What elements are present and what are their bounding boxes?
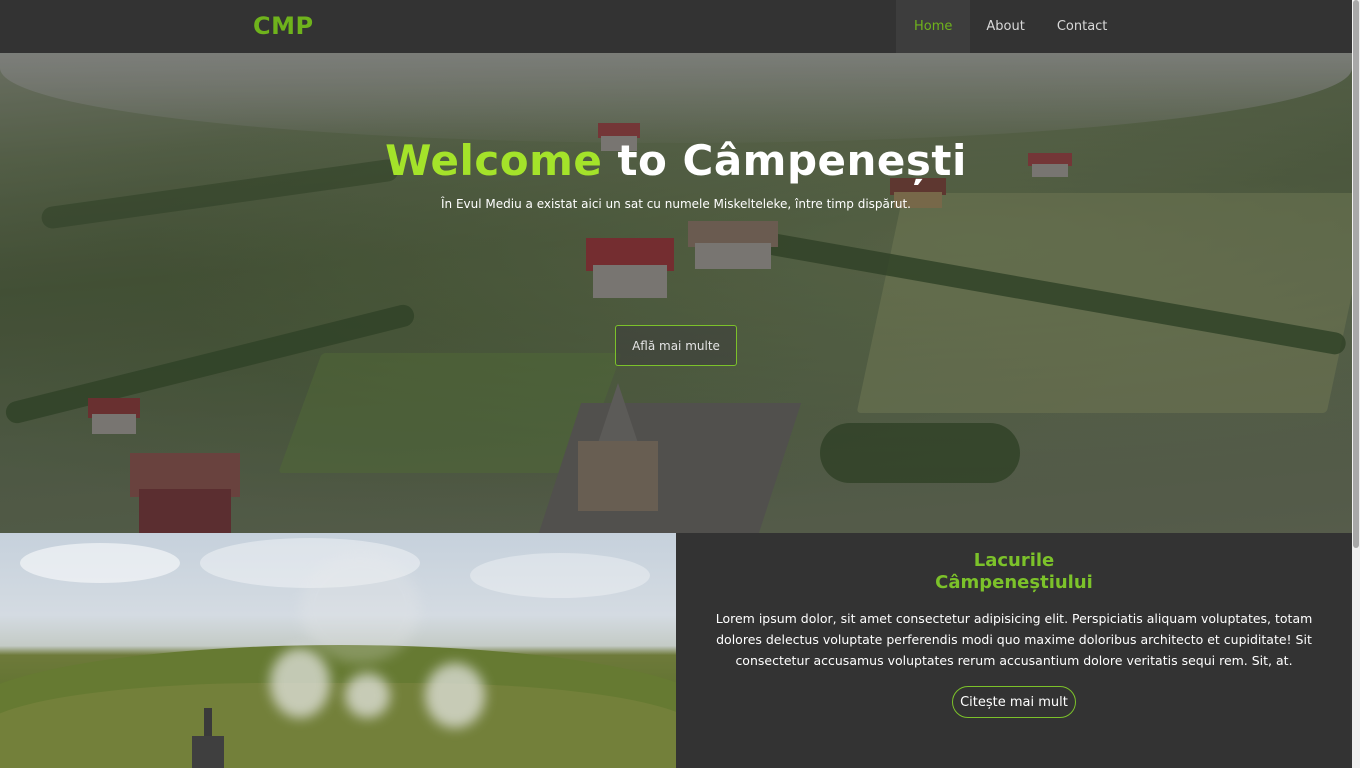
photo-smoke xyxy=(270,648,330,718)
hero-section: Welcome to Câmpenești În Evul Mediu a ex… xyxy=(0,53,1352,533)
learn-more-button[interactable]: Află mai multe xyxy=(615,325,737,366)
lakes-title-line2: Câmpeneștiului xyxy=(935,572,1093,593)
hero-title: Welcome to Câmpenești xyxy=(0,136,1352,185)
brand-logo[interactable]: CMP xyxy=(253,12,314,40)
photo-smoke xyxy=(300,553,420,663)
nav-link-about[interactable]: About xyxy=(970,0,1040,53)
lakes-title-line1: Lacurile xyxy=(973,550,1055,571)
photo-smoke xyxy=(425,663,485,728)
photo-church xyxy=(188,708,228,768)
photo-cloud xyxy=(470,553,650,598)
lakes-photo xyxy=(0,533,676,768)
photo-cloud xyxy=(20,543,180,583)
nav-links: Home About Contact xyxy=(896,0,1123,53)
nav-link-contact[interactable]: Contact xyxy=(1041,0,1124,53)
photo-smoke xyxy=(345,673,390,718)
hero-title-rest: to Câmpenești xyxy=(602,136,967,185)
photo-hill xyxy=(0,683,676,768)
nav-link-home[interactable]: Home xyxy=(896,0,971,53)
read-more-button[interactable]: Citește mai mult xyxy=(952,686,1076,718)
navbar: CMP Home About Contact xyxy=(0,0,1352,53)
scrollbar-thumb[interactable] xyxy=(1353,0,1359,548)
lakes-section: Lacurile Câmpeneștiului Lorem ipsum dolo… xyxy=(676,533,1352,768)
page-scrollbar[interactable] xyxy=(1352,0,1360,768)
hero-title-accent: Welcome xyxy=(385,136,603,185)
lakes-description: Lorem ipsum dolor, sit amet consectetur … xyxy=(715,611,1313,668)
hero-subtitle: În Evul Mediu a existat aici un sat cu n… xyxy=(441,197,911,211)
hero-overlay xyxy=(0,53,1352,533)
lakes-title: Lacurile Câmpeneștiului xyxy=(676,550,1352,594)
